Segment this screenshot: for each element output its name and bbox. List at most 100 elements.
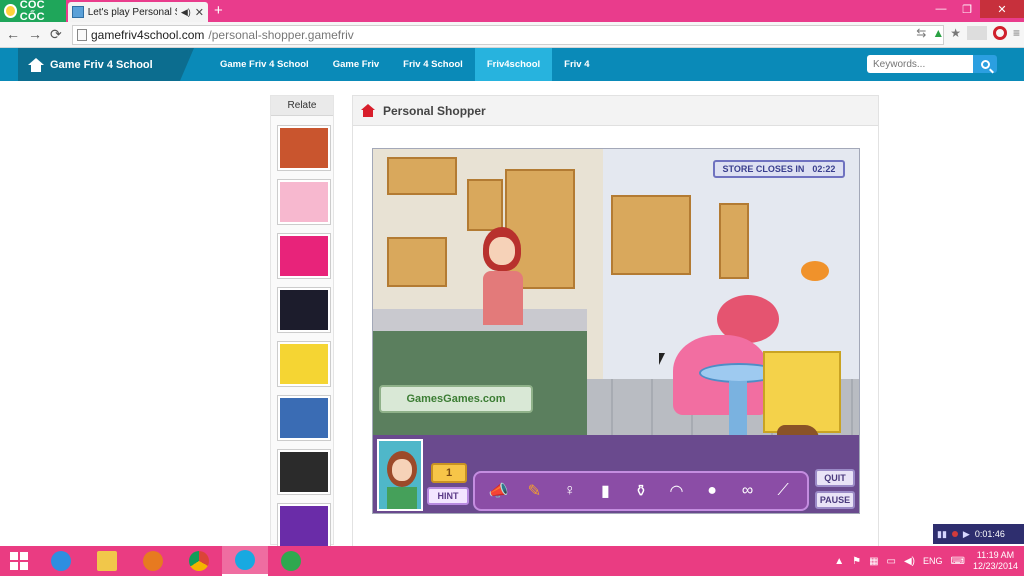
shelf bbox=[719, 203, 749, 279]
maze-thumb-image bbox=[280, 452, 328, 492]
tab-close-icon[interactable]: ✕ bbox=[195, 6, 204, 19]
related-game-thumb[interactable] bbox=[277, 287, 331, 333]
clock[interactable]: 11:19 AM 12/23/2014 bbox=[973, 550, 1018, 572]
nav-item-friv4school[interactable]: Friv4school bbox=[474, 48, 553, 81]
items-to-find-bar: 📣 ✎ ♀ ▮ ⚱ ◠ ● ∞ ⟋ bbox=[473, 471, 809, 511]
language-indicator[interactable]: ENG bbox=[923, 556, 943, 566]
search-input[interactable] bbox=[867, 55, 973, 73]
url-path: /personal-shopper.gamefriv bbox=[208, 28, 354, 42]
hat-icon: ● bbox=[707, 482, 717, 499]
taskbar-coccoc[interactable] bbox=[268, 546, 314, 576]
battery-icon[interactable]: ▭ bbox=[887, 556, 896, 567]
clock-date: 12/23/2014 bbox=[972, 561, 1018, 571]
timer-value: 02:22 bbox=[812, 164, 836, 174]
shelf bbox=[467, 179, 503, 231]
taskbar-internet-explorer[interactable] bbox=[38, 546, 84, 576]
flag-icon[interactable]: ⚑ bbox=[852, 556, 861, 567]
menu-icon[interactable]: ≡ bbox=[1013, 26, 1020, 40]
hint-button[interactable]: HINT bbox=[427, 487, 469, 505]
tray-expand-icon[interactable]: ▲ bbox=[834, 556, 844, 567]
record-icon[interactable] bbox=[951, 531, 958, 537]
soccer-thumb-image bbox=[280, 398, 328, 438]
taskbar-skype[interactable] bbox=[222, 546, 268, 576]
file-explorer-icon bbox=[97, 551, 117, 571]
browser-brand-text: CỐC CỐC bbox=[19, 0, 45, 23]
clock-time: 11:19 AM bbox=[976, 550, 1015, 560]
princess-thumb-image bbox=[280, 182, 328, 222]
url-field[interactable]: gamefriv4school.com/personal-shopper.gam… bbox=[72, 25, 944, 45]
taskbar-chrome[interactable] bbox=[176, 546, 222, 576]
nav-item-friv-4[interactable]: Friv 4 bbox=[552, 48, 601, 81]
avatar bbox=[377, 439, 423, 511]
site-search bbox=[867, 55, 997, 73]
reload-button[interactable]: ⟳ bbox=[50, 26, 62, 43]
firefox-icon bbox=[143, 551, 163, 571]
close-window-icon[interactable]: ✕ bbox=[980, 0, 1024, 18]
pumpkin[interactable] bbox=[801, 261, 829, 281]
related-game-thumb[interactable] bbox=[277, 233, 331, 279]
bart-thumb-image bbox=[280, 344, 328, 384]
start-button[interactable] bbox=[0, 546, 38, 576]
download-icon[interactable] bbox=[966, 26, 987, 40]
tab-favicon-icon bbox=[72, 6, 84, 18]
shopkeeper-face bbox=[489, 237, 515, 265]
nav-item-friv-4-school[interactable]: Friv 4 School bbox=[391, 48, 475, 81]
shopkeeper-character bbox=[477, 227, 529, 331]
search-icon bbox=[980, 59, 990, 69]
mouse-cursor-icon bbox=[659, 353, 665, 365]
taskbar-file-explorer[interactable] bbox=[84, 546, 130, 576]
sonic-thumb-image bbox=[280, 506, 328, 546]
screen-recorder: ▮▮ ▶ 0:01:46 bbox=[933, 524, 1024, 544]
page-title: Personal Shopper bbox=[383, 103, 486, 118]
related-game-thumb[interactable] bbox=[277, 503, 331, 549]
game-canvas[interactable]: GamesGames.com STORE CLOSES IN 02:22 1 H… bbox=[372, 148, 860, 514]
play-icon[interactable]: ▶ bbox=[963, 529, 970, 540]
taskbar-firefox[interactable] bbox=[130, 546, 176, 576]
nav-item-game-friv[interactable]: Game Friv bbox=[321, 48, 391, 81]
cigarette-icon: ⟋ bbox=[777, 482, 789, 499]
window-controls: — ❐ ✕ bbox=[928, 0, 1024, 20]
new-tab-button[interactable]: + bbox=[214, 2, 223, 19]
pause-button[interactable]: PAUSE bbox=[815, 491, 855, 509]
related-game-thumb[interactable] bbox=[277, 125, 331, 171]
site-nav: Game Friv 4 School Game Friv Friv 4 Scho… bbox=[208, 48, 602, 81]
extension-green-icon[interactable]: ▲ bbox=[932, 26, 944, 40]
home-icon bbox=[28, 57, 44, 72]
nav-item-game-friv-4-school[interactable]: Game Friv 4 School bbox=[208, 48, 321, 81]
pink-block-thumb-image bbox=[280, 236, 328, 276]
megaphone-icon: 📣 bbox=[488, 483, 509, 500]
yellow-display-box bbox=[763, 351, 841, 433]
fireboy-thumb-image bbox=[280, 128, 328, 168]
system-tray: ▲ ⚑ ▦ ▭ ◀) ENG ⌨ 11:19 AM 12/23/2014 bbox=[834, 546, 1018, 576]
site-logo[interactable]: Game Friv 4 School bbox=[18, 48, 194, 81]
store-logo: GamesGames.com bbox=[379, 385, 533, 413]
speaker-icon[interactable]: ◀) bbox=[181, 7, 191, 18]
browser-tab[interactable]: Let's play Personal Shop ◀) ✕ bbox=[68, 2, 208, 22]
avatar-face bbox=[392, 459, 412, 481]
related-games-sidebar: Relate bbox=[270, 95, 334, 549]
quit-button[interactable]: QUIT bbox=[815, 469, 855, 487]
perfume-icon: ⚱ bbox=[634, 483, 648, 500]
star-icon[interactable]: ★ bbox=[950, 26, 961, 40]
back-button[interactable]: ← bbox=[6, 26, 20, 42]
minimize-icon[interactable]: — bbox=[928, 0, 954, 18]
related-game-thumb[interactable] bbox=[277, 449, 331, 495]
restore-icon[interactable]: ❐ bbox=[954, 0, 980, 18]
volume-icon[interactable]: ◀) bbox=[904, 556, 915, 567]
adblock-icon[interactable] bbox=[992, 26, 1007, 40]
related-game-thumb[interactable] bbox=[277, 179, 331, 225]
related-game-thumb[interactable] bbox=[277, 341, 331, 387]
browser-brand[interactable]: CỐC CỐC bbox=[0, 0, 66, 23]
store-timer: STORE CLOSES IN 02:22 bbox=[713, 160, 845, 178]
search-button[interactable] bbox=[973, 55, 997, 73]
blue-table-leg bbox=[729, 381, 747, 437]
bikini-icon: ♀ bbox=[563, 482, 576, 499]
forward-button[interactable]: → bbox=[28, 26, 42, 42]
related-game-thumb[interactable] bbox=[277, 395, 331, 441]
extension-icons: ⇆ ▲ ★ ≡ bbox=[916, 26, 1020, 40]
tab-title: Let's play Personal Shop bbox=[87, 6, 177, 18]
page-icon bbox=[77, 29, 87, 41]
translate-icon[interactable]: ⇆ bbox=[916, 26, 926, 40]
keyboard-icon[interactable]: ⌨ bbox=[951, 556, 965, 567]
network-icon[interactable]: ▦ bbox=[869, 556, 878, 567]
